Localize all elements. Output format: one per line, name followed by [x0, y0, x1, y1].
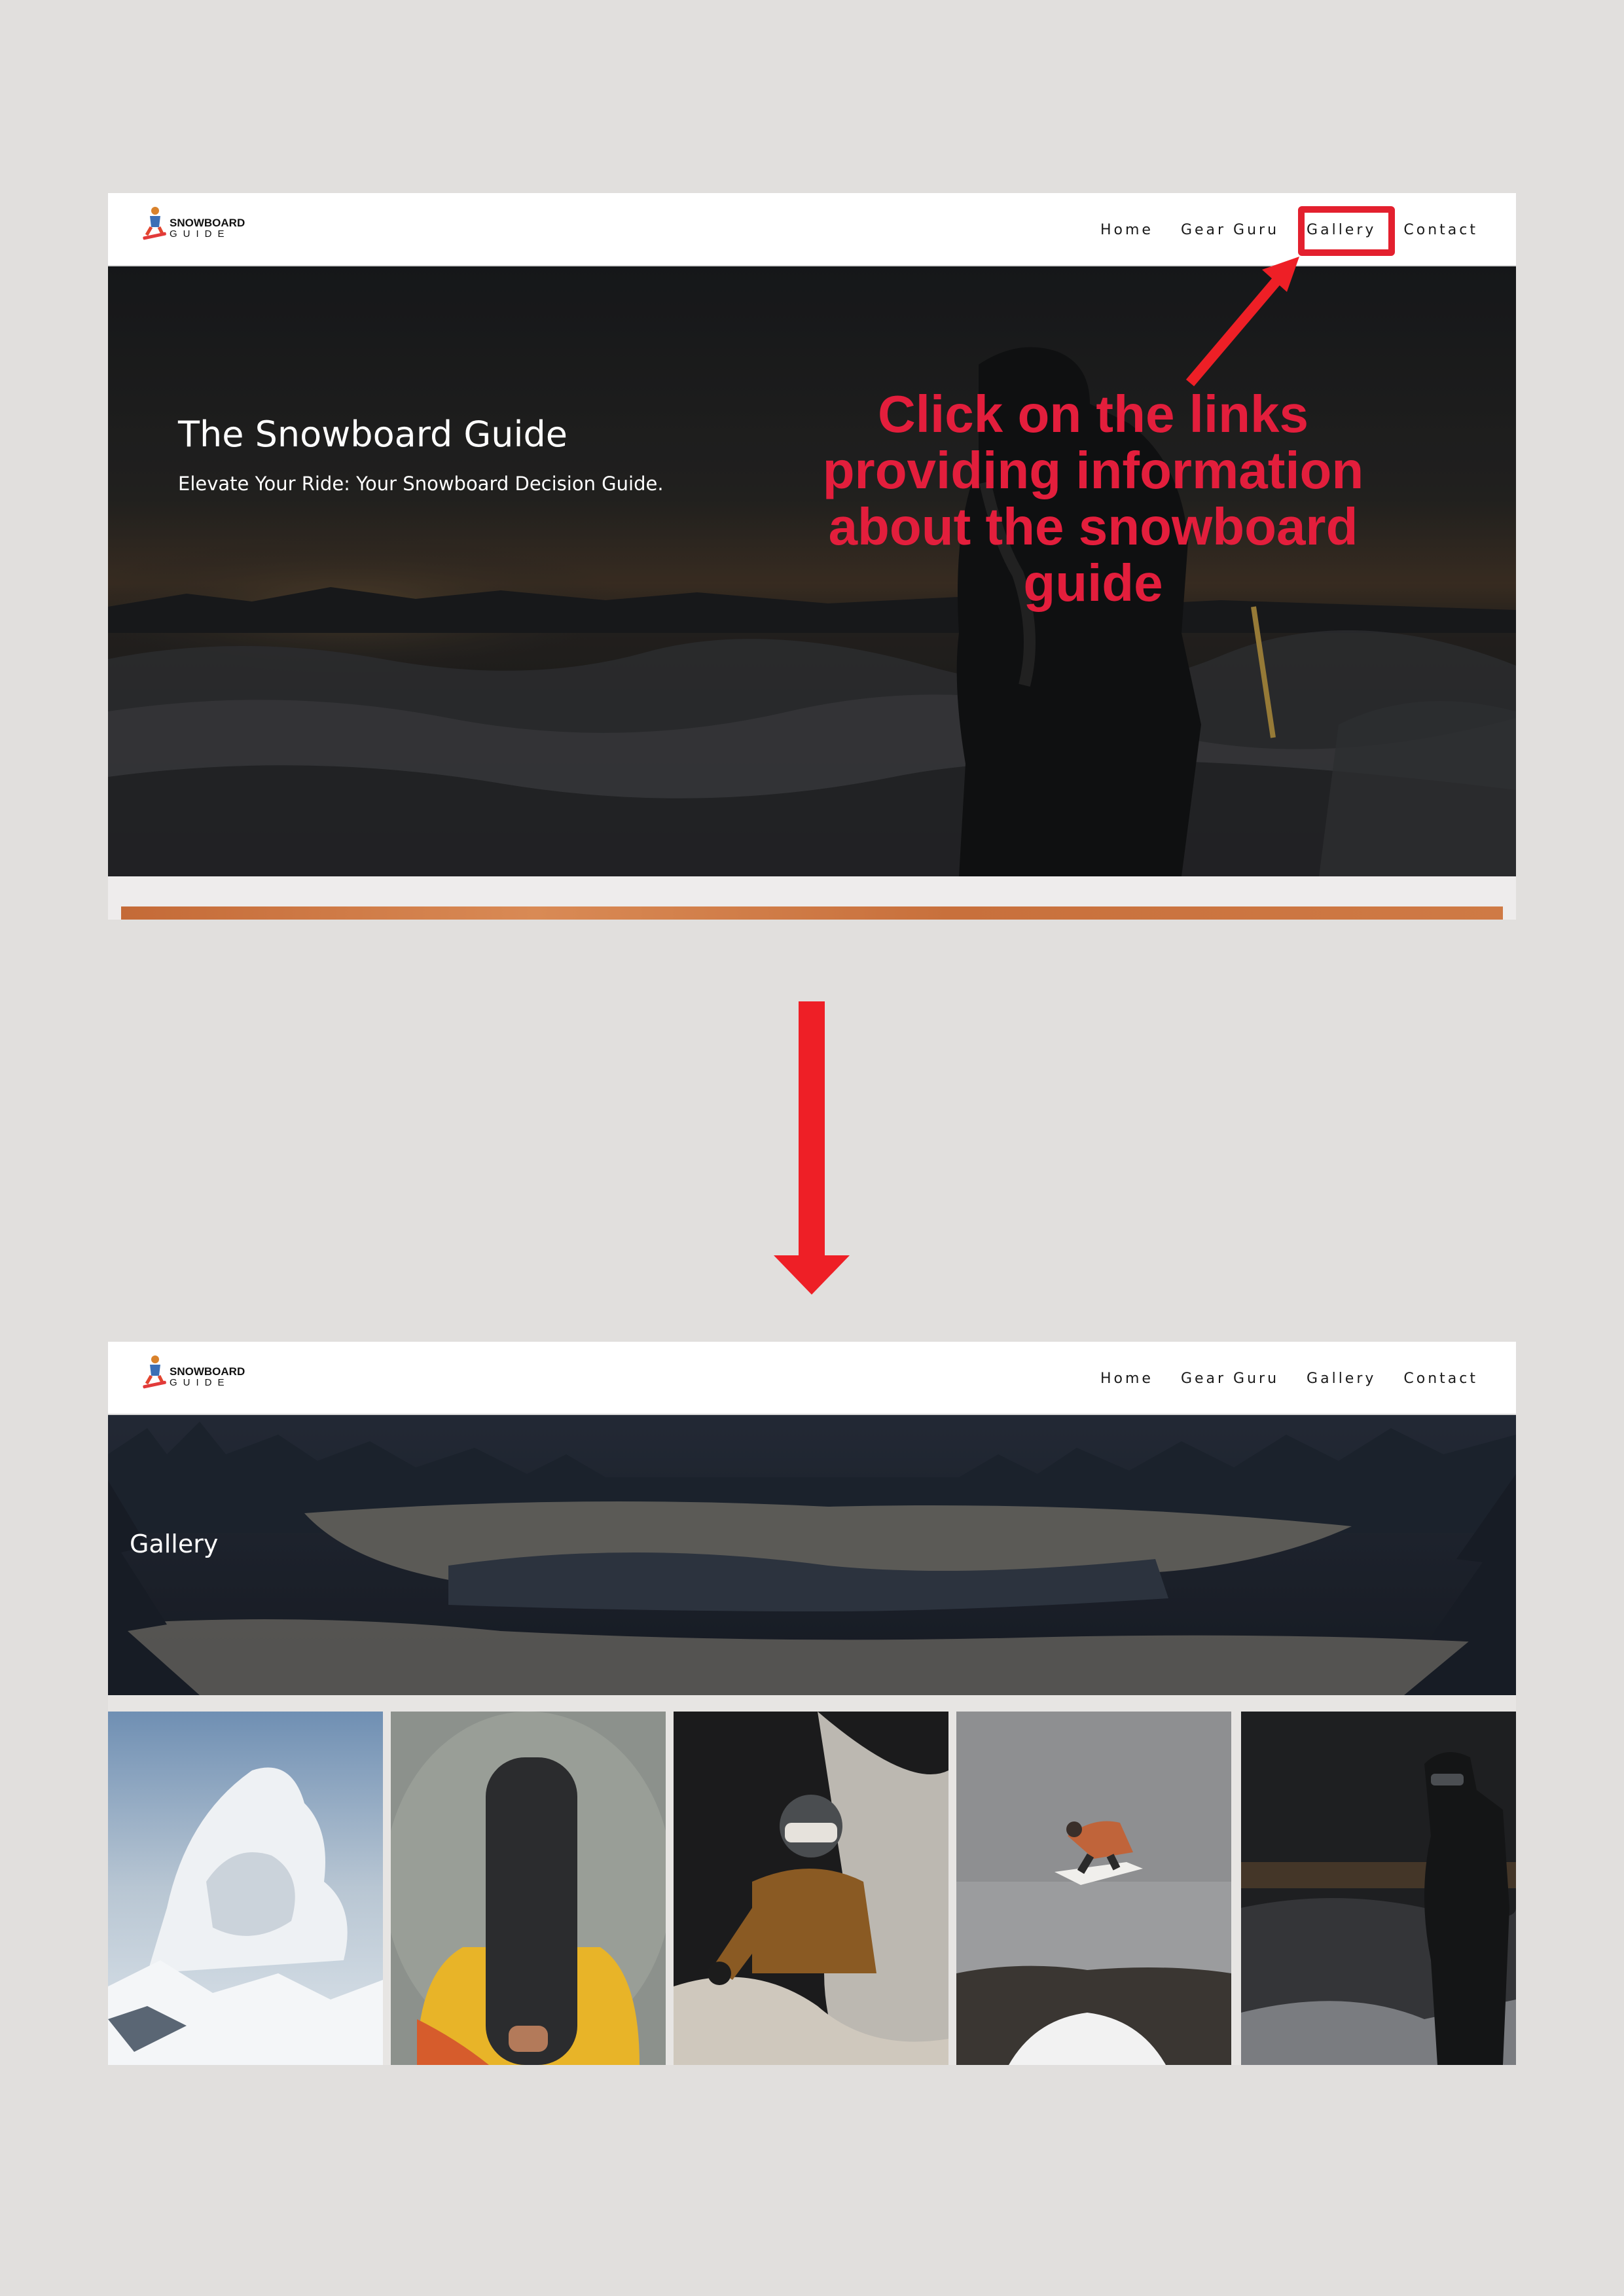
gallery-photo-powder-rider[interactable] [674, 1712, 948, 2065]
avalanche-photo [108, 1712, 383, 2065]
instruction-annotation: Click on the links providing information… [822, 385, 1364, 612]
gallery-photo-row [108, 1712, 1516, 2065]
down-arrow-shaft [799, 1001, 825, 1257]
nav-contact[interactable]: Contact [1403, 1371, 1478, 1387]
main-nav: Home Gear Guru Gallery Contact [1100, 1371, 1478, 1387]
snowboard-jump-photo [956, 1712, 1231, 2065]
logo-text-top: SNOWBOARD [170, 1365, 245, 1378]
gallery-photo-jump[interactable] [956, 1712, 1231, 2065]
gallery-photo-person-with-board[interactable] [391, 1712, 666, 2065]
gallery-photo-sunset-rider[interactable] [1241, 1712, 1516, 2065]
gallery-photo-avalanche[interactable] [108, 1712, 383, 2065]
site-logo[interactable]: SNOWBOARD GUIDE [141, 1354, 245, 1393]
snowboarder-at-sunset-photo [1241, 1712, 1516, 2065]
nav-gear-guru[interactable]: Gear Guru [1181, 1371, 1279, 1387]
down-arrow-head-icon [774, 1255, 850, 1295]
snowboarder-in-powder-photo [674, 1712, 948, 2065]
gallery-page-title: Gallery [130, 1530, 219, 1558]
person-holding-snowboard-photo [391, 1712, 666, 2065]
gallery-banner: Gallery [108, 1415, 1516, 1695]
logo-text-bottom: GUIDE [170, 1377, 230, 1388]
nav-gallery[interactable]: Gallery [1307, 1371, 1376, 1387]
screenshot-after: SNOWBOARD GUIDE Home Gear Guru Gallery C… [108, 1342, 1516, 2065]
gallery-banner-image [108, 1415, 1516, 1695]
site-header: SNOWBOARD GUIDE Home Gear Guru Gallery C… [108, 1342, 1516, 1415]
snowboarder-logo-icon [143, 1355, 166, 1389]
nav-home[interactable]: Home [1100, 1371, 1153, 1387]
diagonal-arrow-shaft [1185, 271, 1286, 387]
